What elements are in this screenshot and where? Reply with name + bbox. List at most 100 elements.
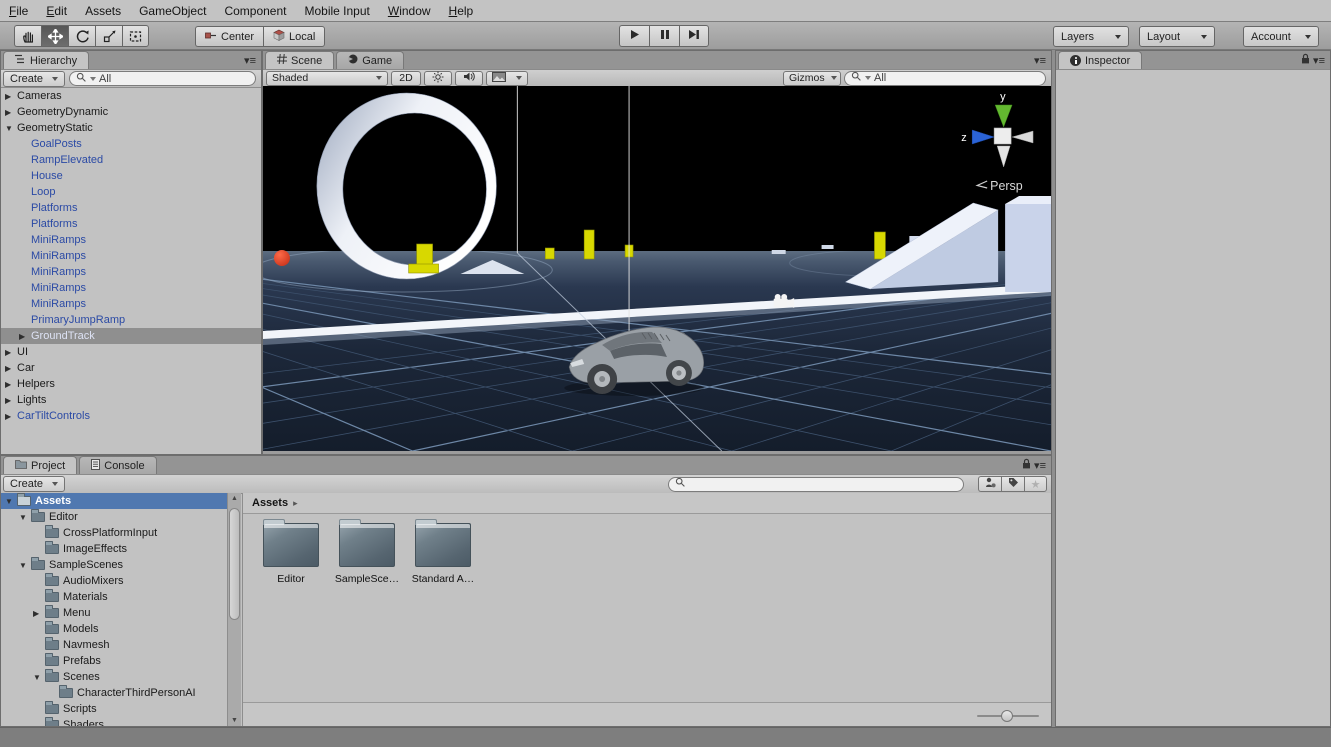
scene-search-input[interactable]: All (844, 71, 1046, 86)
pivot-local-button[interactable]: Local (263, 26, 325, 47)
hierarchy-item-cameras[interactable]: ▶Cameras (1, 88, 261, 104)
tab-inspector[interactable]: Inspector (1058, 51, 1142, 69)
hierarchy-item-ui[interactable]: ▶UI (1, 344, 261, 360)
layers-dropdown[interactable]: Layers (1053, 26, 1129, 47)
scrollbar-thumb[interactable] (229, 508, 240, 620)
menu-component[interactable]: Component (215, 0, 295, 21)
project-tree-item-audiomixers[interactable]: AudioMixers (1, 573, 227, 589)
project-create-button[interactable]: Create (3, 476, 65, 492)
gizmos-dropdown[interactable]: Gizmos (783, 71, 841, 86)
hierarchy-item-miniramps[interactable]: MiniRamps (1, 232, 261, 248)
tab-scene[interactable]: Scene (265, 51, 334, 69)
hierarchy-item-miniramps[interactable]: MiniRamps (1, 264, 261, 280)
hierarchy-item-loop[interactable]: Loop (1, 184, 261, 200)
search-by-label-button[interactable] (1001, 476, 1024, 492)
asset-folder-samplesce[interactable]: SampleSce… (331, 517, 403, 585)
gizmo-cube[interactable] (994, 128, 1011, 144)
hierarchy-item-cartiltcontrols[interactable]: ▶CarTiltControls (1, 408, 261, 424)
hierarchy-item-house[interactable]: House (1, 168, 261, 184)
hierarchy-item-rampelevated[interactable]: RampElevated (1, 152, 261, 168)
play-button[interactable] (619, 25, 649, 47)
asset-folder-editor[interactable]: Editor (255, 517, 327, 585)
slider-knob[interactable] (1001, 710, 1013, 722)
project-tree-item-scripts[interactable]: Scripts (1, 701, 227, 717)
menu-help[interactable]: Help (440, 0, 483, 21)
project-tree-item-navmesh[interactable]: Navmesh (1, 637, 227, 653)
account-dropdown[interactable]: Account (1243, 26, 1319, 47)
hierarchy-item-miniramps[interactable]: MiniRamps (1, 280, 261, 296)
breadcrumb-label[interactable]: Assets (252, 497, 288, 509)
hierarchy-panel-menu[interactable]: ▾≡ (244, 51, 261, 69)
menu-gameobject[interactable]: GameObject (130, 0, 215, 21)
hierarchy-item-goalposts[interactable]: GoalPosts (1, 136, 261, 152)
hierarchy-item-lights[interactable]: ▶Lights (1, 392, 261, 408)
menu-window[interactable]: Window (379, 0, 440, 21)
hierarchy-item-car[interactable]: ▶Car (1, 360, 261, 376)
tab-hierarchy[interactable]: Hierarchy (3, 51, 89, 69)
lock-icon[interactable] (1022, 458, 1031, 472)
collapsed-arrow-icon[interactable]: ▶ (5, 396, 17, 405)
scale-tool-button[interactable] (95, 25, 122, 47)
collapsed-arrow-icon[interactable]: ▶ (5, 412, 17, 421)
rotate-tool-button[interactable] (68, 25, 95, 47)
hierarchy-item-geometrydynamic[interactable]: ▶GeometryDynamic (1, 104, 261, 120)
favorites-button[interactable]: ★ (1024, 476, 1047, 492)
expanded-arrow-icon[interactable]: ▼ (5, 497, 17, 506)
hierarchy-create-button[interactable]: Create (3, 71, 65, 87)
project-tree-item-samplescenes[interactable]: ▼SampleScenes (1, 557, 227, 573)
step-button[interactable] (679, 25, 709, 47)
expanded-arrow-icon[interactable]: ▼ (19, 561, 31, 570)
expanded-arrow-icon[interactable]: ▼ (33, 673, 45, 682)
project-tree-item-menu[interactable]: ▶Menu (1, 605, 227, 621)
hierarchy-item-geometrystatic[interactable]: ▼GeometryStatic (1, 120, 261, 136)
project-tree-item-models[interactable]: Models (1, 621, 227, 637)
draw-mode-dropdown[interactable]: Shaded (266, 71, 388, 86)
collapsed-arrow-icon[interactable]: ▶ (33, 609, 45, 618)
search-filter-caret-icon[interactable] (90, 77, 96, 81)
panel-menu-icon[interactable]: ▾≡ (1034, 459, 1046, 472)
scene-big-box[interactable] (1005, 196, 1051, 292)
pause-button[interactable] (649, 25, 679, 47)
hierarchy-item-groundtrack[interactable]: ▶GroundTrack (1, 328, 261, 344)
project-tree-item-editor[interactable]: ▼Editor (1, 509, 227, 525)
collapsed-arrow-icon[interactable]: ▶ (5, 108, 17, 117)
scene-panel-menu[interactable]: ▾≡ (1034, 51, 1051, 69)
menu-file[interactable]: File (0, 0, 37, 21)
hierarchy-item-platforms[interactable]: Platforms (1, 200, 261, 216)
search-by-type-button[interactable] (978, 476, 1001, 492)
tab-project[interactable]: Project (3, 456, 77, 474)
collapsed-arrow-icon[interactable]: ▶ (5, 380, 17, 389)
tab-console[interactable]: Console (79, 456, 156, 474)
2d-toggle-button[interactable]: 2D (391, 71, 421, 86)
persp-label[interactable]: Persp (990, 179, 1023, 193)
hierarchy-item-primaryjumpramp[interactable]: PrimaryJumpRamp (1, 312, 261, 328)
layout-dropdown[interactable]: Layout (1139, 26, 1215, 47)
asset-folder-standarda[interactable]: Standard A… (407, 517, 479, 585)
collapsed-arrow-icon[interactable]: ▶ (5, 364, 17, 373)
search-filter-caret-icon[interactable] (865, 76, 871, 80)
lock-icon[interactable] (1301, 53, 1310, 67)
expanded-arrow-icon[interactable]: ▼ (5, 124, 17, 133)
project-tree-item-scenes[interactable]: ▼Scenes (1, 669, 227, 685)
expanded-arrow-icon[interactable]: ▼ (19, 513, 31, 522)
project-tree-item-materials[interactable]: Materials (1, 589, 227, 605)
scroll-down-icon[interactable]: ▼ (228, 717, 241, 724)
scene-red-sphere[interactable] (274, 250, 290, 266)
scroll-up-icon[interactable]: ▲ (228, 495, 241, 502)
collapsed-arrow-icon[interactable]: ▶ (5, 348, 17, 357)
project-tree-item-assets[interactable]: ▼Assets (1, 493, 227, 509)
tab-game[interactable]: Game (336, 51, 404, 69)
project-search-input[interactable] (668, 477, 964, 492)
project-tree-item-imageeffects[interactable]: ImageEffects (1, 541, 227, 557)
menu-assets[interactable]: Assets (76, 0, 130, 21)
effects-dropdown[interactable] (486, 71, 528, 86)
project-tree-scrollbar[interactable]: ▲ ▼ (227, 493, 241, 726)
icon-size-slider[interactable] (977, 710, 1039, 722)
hand-tool-button[interactable] (14, 25, 41, 47)
hierarchy-item-helpers[interactable]: ▶Helpers (1, 376, 261, 392)
panel-menu-icon[interactable]: ▾≡ (1313, 54, 1325, 67)
project-tree-item-shaders[interactable]: Shaders (1, 717, 227, 726)
hierarchy-search-input[interactable]: All (69, 71, 256, 86)
audio-toggle-button[interactable] (455, 71, 483, 86)
project-tree-item-prefabs[interactable]: Prefabs (1, 653, 227, 669)
